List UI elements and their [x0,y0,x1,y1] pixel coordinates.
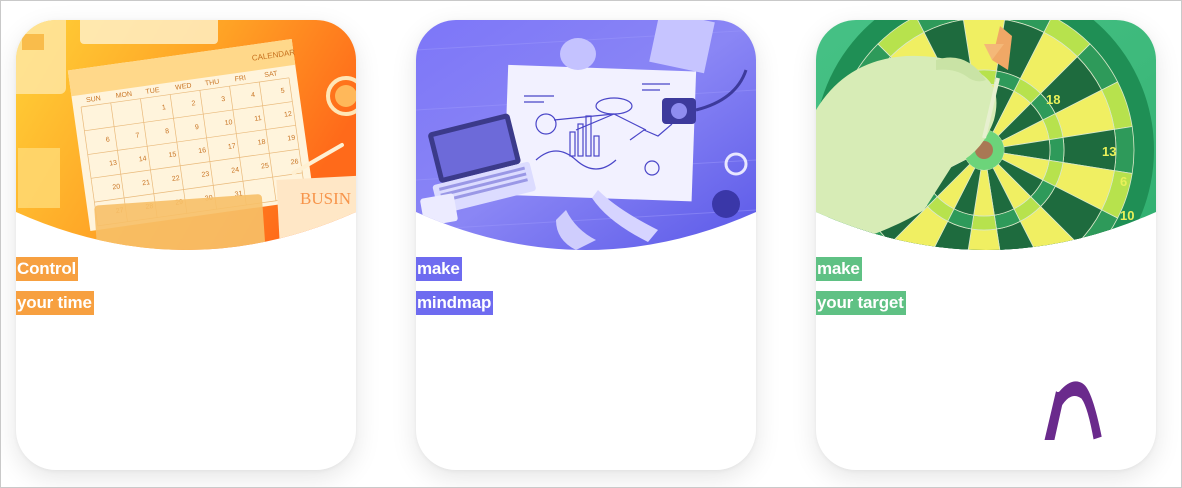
card-title-line2: mindmap [416,291,494,315]
card-banner-image: CALENDAR SUN MON TUE WED THU FRI SAT 1 2 3 4 5 6 7 8 9 1… [16,20,356,252]
calendar-day: 12 [284,111,293,119]
dartboard-number: 6 [1120,174,1127,189]
calendar-day: 21 [142,179,151,187]
dartboard-number: 13 [1102,144,1116,159]
dartboard-sector [1048,137,1065,163]
h-logo-icon [1040,338,1106,444]
card-title-line1: make [816,257,862,281]
card-banner-image [416,20,756,252]
card-title-line1: Control [16,257,79,281]
card-banner-image: 14 18 13 6 10 [816,20,1156,252]
card-make-your-target[interactable]: 14 18 13 6 10 make your target [816,20,1156,470]
dartboard-photo-icon: 14 18 13 6 10 [816,20,1156,250]
calendar-day: 16 [198,147,207,155]
dartboard-sector [1043,242,1091,250]
calendar-day: 17 [228,143,237,151]
card-title-line1: make [416,257,462,281]
calendar-day: 19 [287,135,296,143]
page-frame: CALENDAR SUN MON TUE WED THU FRI SAT 1 2 3 4 5 6 7 8 9 1… [0,0,1182,488]
dartboard-sector [877,242,925,250]
card-title-line2: your target [816,291,906,315]
calendar-day: 15 [168,151,177,159]
calendar-day: 26 [290,158,299,166]
calendar-day: 24 [231,167,240,175]
calendar-day: 13 [109,160,118,168]
calendar-day: 10 [224,119,233,127]
card-control-your-time[interactable]: CALENDAR SUN MON TUE WED THU FRI SAT 1 2 3 4 5 6 7 8 9 1… [16,20,356,470]
dartboard-sector [1113,126,1135,174]
calendar-day: 14 [138,155,147,163]
calendar-day: 18 [257,139,266,147]
dartboard-number: 18 [1046,92,1060,107]
mindmap-desk-photo-icon [416,20,756,250]
calendar-day: 23 [201,171,210,179]
card-make-mindmap[interactable]: make mindmap [416,20,756,470]
calendar-day: 25 [261,162,270,170]
newspaper-text: BUSIN [300,189,351,208]
calendar-day: 22 [172,175,181,183]
card-title-line2: your time [16,291,94,315]
calendar-desk-photo-icon: CALENDAR SUN MON TUE WED THU FRI SAT1234567891… [16,20,356,250]
calendar-day: 20 [112,183,121,191]
dartboard-number: 10 [1120,208,1134,223]
calendar-day: 11 [254,115,262,123]
dartboard-sector [971,214,997,231]
